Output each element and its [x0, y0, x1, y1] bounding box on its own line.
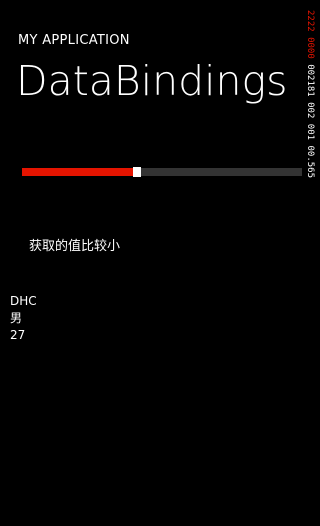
value-slider[interactable] [22, 167, 302, 177]
slider-fill [22, 168, 134, 176]
frame-rate-counter-values: 002181 002 001 00.565 [305, 58, 315, 178]
slider-thumb[interactable] [133, 167, 141, 177]
person-info: DHC 男 27 [10, 293, 37, 344]
person-gender: 男 [10, 311, 23, 325]
frame-rate-counter: 2222 0000 002181 002 001 00.565 [303, 10, 317, 272]
app-title: MY APPLICATION [18, 33, 130, 48]
page-title: DataBindings [16, 57, 288, 105]
person-age: 27 [10, 328, 26, 342]
person-name: DHC [10, 294, 37, 308]
result-text: 获取的值比较小 [29, 239, 121, 254]
frame-rate-counter-accent: 2222 0000 [305, 10, 315, 59]
frame-rate-counter-text: 2222 0000 002181 002 001 00.565 [303, 10, 317, 272]
